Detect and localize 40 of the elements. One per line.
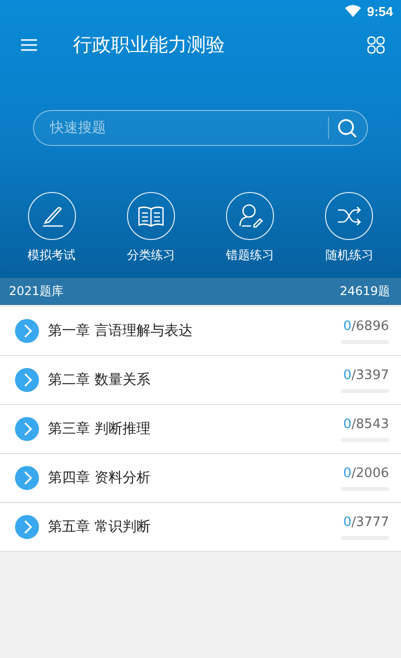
shortcut-button[interactable]: 随机练习 [300,192,399,264]
chapter-title: 第四章 资料分析 [48,469,152,487]
chapter-title: 第五章 常识判断 [48,518,152,536]
chapter-title: 第三章 判断推理 [48,420,152,438]
done-count: 0 [343,466,352,480]
person-edit-icon [237,203,264,229]
shortcut-button[interactable]: 模拟考试 [2,192,102,264]
shortcut-button[interactable]: 错题练习 [200,192,300,264]
app-title: 行政职业能力测验 [73,33,226,58]
chevron-circle-icon [15,368,39,392]
done-count: 0 [343,318,352,334]
done-count: 0 [343,368,352,382]
chevron-circle-icon [15,319,39,343]
chapter-row[interactable]: 第三章 判断推理 0/8543 [0,405,401,454]
chapter-row[interactable]: 第二章 数量关系 0/3397 [0,356,401,405]
total-count: /6896 [352,318,389,334]
total-count: /2006 [352,466,389,480]
shortcut-button[interactable]: 分类练习 [101,192,200,264]
shuffle-icon [336,205,362,227]
clock: 9:54 [366,4,393,18]
bank-name: 2021题库 [9,283,64,300]
total-count: /3397 [352,368,389,382]
chapter-row[interactable]: 第一章 言语理解与表达 0/6896 [0,307,401,356]
question-count: 24619题 [340,283,390,300]
total-count: /3777 [352,514,389,530]
total-count: /8543 [352,416,389,432]
menu-icon[interactable] [21,39,37,51]
grid-icon[interactable] [367,36,385,54]
chapter-row[interactable]: 第五章 常识判断 0/3777 [0,503,401,552]
done-count: 0 [343,514,352,530]
book-icon [136,204,165,228]
chevron-circle-icon [15,417,39,441]
search-icon[interactable] [337,118,357,138]
chevron-circle-icon [15,515,39,539]
chapter-title: 第二章 数量关系 [48,371,152,389]
chevron-circle-icon [15,466,39,490]
chapter-title: 第一章 言语理解与表达 [48,322,194,340]
wifi-icon [344,5,361,17]
done-count: 0 [343,416,352,432]
chapter-row[interactable]: 第四章 资料分析 0/2006 [0,454,401,503]
